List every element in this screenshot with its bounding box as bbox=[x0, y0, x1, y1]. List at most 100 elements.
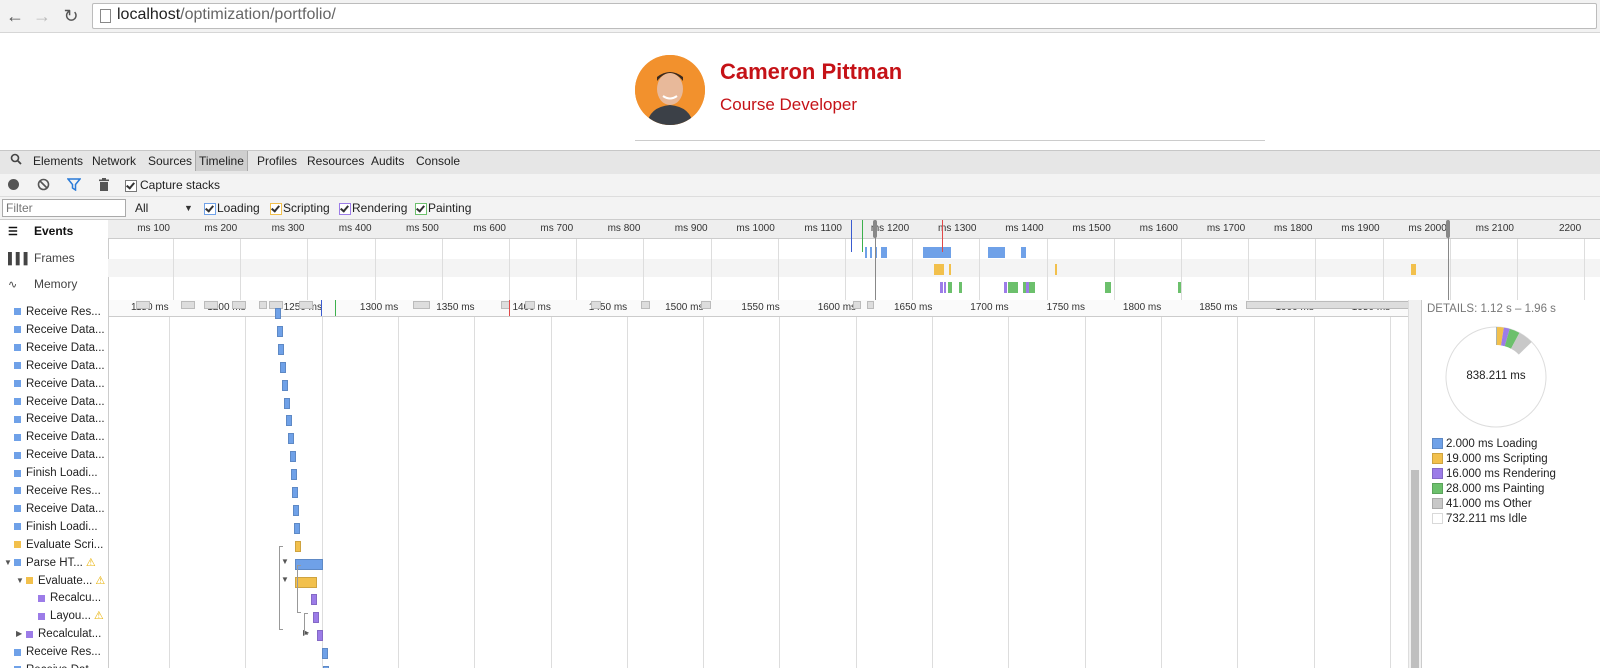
clear-icon[interactable] bbox=[37, 178, 50, 194]
tab-resources[interactable]: Resources bbox=[305, 154, 366, 168]
detail-tick-label: 1650 ms bbox=[894, 302, 933, 313]
frame-box[interactable] bbox=[591, 301, 601, 309]
tab-console[interactable]: Console bbox=[414, 154, 462, 168]
frame-box[interactable] bbox=[641, 301, 650, 309]
record-bar[interactable] bbox=[282, 379, 288, 391]
frame-box[interactable] bbox=[136, 301, 150, 309]
filter-select-arrow-icon[interactable]: ▼ bbox=[184, 203, 193, 213]
category-scripting-checkbox[interactable] bbox=[270, 201, 282, 215]
frame-box[interactable] bbox=[181, 301, 195, 309]
frame-box[interactable] bbox=[204, 301, 218, 309]
record-row[interactable]: Receive Data... bbox=[0, 446, 108, 464]
page-icon bbox=[100, 9, 111, 23]
record-bar[interactable] bbox=[280, 361, 286, 373]
frame-box[interactable] bbox=[525, 301, 535, 309]
mode-memory[interactable]: ∿ Memory bbox=[8, 275, 77, 293]
record-row[interactable]: Receive Dat... bbox=[0, 661, 108, 668]
back-arrow-icon[interactable]: ← bbox=[5, 6, 25, 26]
capture-stacks-checkbox[interactable] bbox=[125, 178, 137, 192]
frame-box[interactable] bbox=[413, 301, 430, 309]
reload-icon[interactable]: ↻ bbox=[61, 6, 81, 26]
record-bar[interactable] bbox=[290, 451, 296, 463]
address-bar[interactable]: localhost/optimization/portfolio/ bbox=[92, 3, 1597, 29]
record-row[interactable]: Receive Data... bbox=[0, 375, 108, 393]
record-row[interactable]: Receive Data... bbox=[0, 428, 108, 446]
record-bar[interactable] bbox=[278, 343, 284, 355]
record-row[interactable]: ▼ Parse HT... ⚠ bbox=[0, 554, 108, 572]
record-bar[interactable] bbox=[275, 308, 281, 319]
record-bar[interactable] bbox=[277, 325, 283, 337]
mode-events[interactable]: ☰ Events bbox=[8, 222, 73, 240]
record-row[interactable]: Receive Data... bbox=[0, 500, 108, 518]
record-row[interactable]: Finish Loadi... bbox=[0, 464, 108, 482]
frame-box[interactable] bbox=[232, 301, 246, 309]
record-bar[interactable] bbox=[286, 415, 292, 427]
record-bar[interactable] bbox=[322, 648, 328, 660]
record-bar[interactable] bbox=[284, 397, 290, 409]
inspect-search-icon[interactable] bbox=[8, 153, 24, 168]
category-painting-checkbox[interactable] bbox=[415, 201, 427, 215]
record-bar[interactable] bbox=[288, 433, 294, 445]
category-rendering-checkbox[interactable] bbox=[339, 201, 351, 215]
tab-sources[interactable]: Sources bbox=[146, 154, 194, 168]
record-row[interactable]: Finish Loadi... bbox=[0, 518, 108, 536]
filter-select[interactable]: All bbox=[135, 201, 148, 215]
frame-box[interactable] bbox=[1246, 301, 1409, 309]
record-bar[interactable] bbox=[313, 612, 319, 624]
filter-funnel-icon[interactable] bbox=[66, 178, 82, 194]
record-row[interactable]: ▶ Recalculat... bbox=[0, 625, 108, 643]
record-icon[interactable] bbox=[8, 179, 19, 190]
record-bar[interactable] bbox=[295, 540, 301, 552]
record-row[interactable]: Receive Res... bbox=[0, 482, 108, 500]
forward-arrow-icon[interactable]: → bbox=[32, 6, 52, 26]
record-label: Finish Loadi... bbox=[26, 520, 98, 533]
frame-box[interactable] bbox=[299, 301, 313, 309]
detail-tick-label: 1700 ms bbox=[970, 302, 1009, 313]
category-rendering-label: Rendering bbox=[352, 201, 408, 215]
expand-triangle-icon[interactable]: ▶ bbox=[16, 625, 26, 643]
record-row[interactable]: Layou... ⚠ bbox=[0, 607, 108, 625]
timeline-scrollbar[interactable] bbox=[1408, 300, 1421, 668]
record-row[interactable]: Receive Data... bbox=[0, 393, 108, 411]
record-bar[interactable] bbox=[294, 522, 300, 534]
record-row[interactable]: Receive Res... bbox=[0, 643, 108, 661]
mode-frames[interactable]: ▌▌▌ Frames bbox=[8, 249, 75, 267]
frame-box[interactable] bbox=[867, 301, 874, 309]
record-row[interactable]: Receive Data... bbox=[0, 321, 108, 339]
record-row[interactable]: Recalcu... bbox=[0, 589, 108, 607]
scrollbar-thumb[interactable] bbox=[1411, 470, 1419, 668]
record-row[interactable]: Receive Data... bbox=[0, 339, 108, 357]
record-category-swatch bbox=[14, 380, 21, 388]
record-row[interactable]: Receive Res... bbox=[0, 303, 108, 321]
overview-gridline bbox=[307, 239, 309, 300]
record-row[interactable]: ▼ Evaluate... ⚠ bbox=[0, 572, 108, 590]
detail-gridline bbox=[397, 317, 399, 668]
record-label: Finish Loadi... bbox=[26, 467, 98, 480]
overview-event-mark bbox=[948, 282, 952, 293]
tab-audits[interactable]: Audits bbox=[369, 154, 406, 168]
frame-box[interactable] bbox=[701, 301, 711, 309]
tab-network[interactable]: Network bbox=[90, 154, 138, 168]
frame-box[interactable] bbox=[853, 301, 861, 309]
frame-box[interactable] bbox=[259, 301, 267, 309]
trash-icon[interactable] bbox=[98, 178, 110, 194]
tab-timeline[interactable]: Timeline bbox=[195, 151, 248, 171]
expand-triangle-icon[interactable]: ▼ bbox=[16, 572, 26, 590]
record-bar[interactable] bbox=[317, 630, 323, 642]
warning-icon: ⚠ bbox=[93, 610, 104, 623]
category-loading-checkbox[interactable] bbox=[204, 201, 216, 215]
tab-elements[interactable]: Elements bbox=[31, 154, 85, 168]
expand-triangle-icon[interactable]: ▼ bbox=[4, 554, 14, 572]
record-bar[interactable] bbox=[311, 594, 317, 606]
overview-event-mark bbox=[870, 247, 872, 258]
record-bar[interactable] bbox=[293, 504, 299, 516]
detail-gridline bbox=[932, 317, 933, 668]
record-row[interactable]: Receive Data... bbox=[0, 410, 108, 428]
record-row[interactable]: Evaluate Scri... bbox=[0, 536, 108, 554]
record-row[interactable]: Receive Data... bbox=[0, 357, 108, 375]
tab-profiles[interactable]: Profiles bbox=[255, 154, 299, 168]
record-bar[interactable] bbox=[292, 487, 298, 498]
filter-input[interactable] bbox=[2, 199, 126, 217]
record-bar[interactable] bbox=[291, 469, 297, 481]
detail-marker-line bbox=[321, 300, 322, 316]
